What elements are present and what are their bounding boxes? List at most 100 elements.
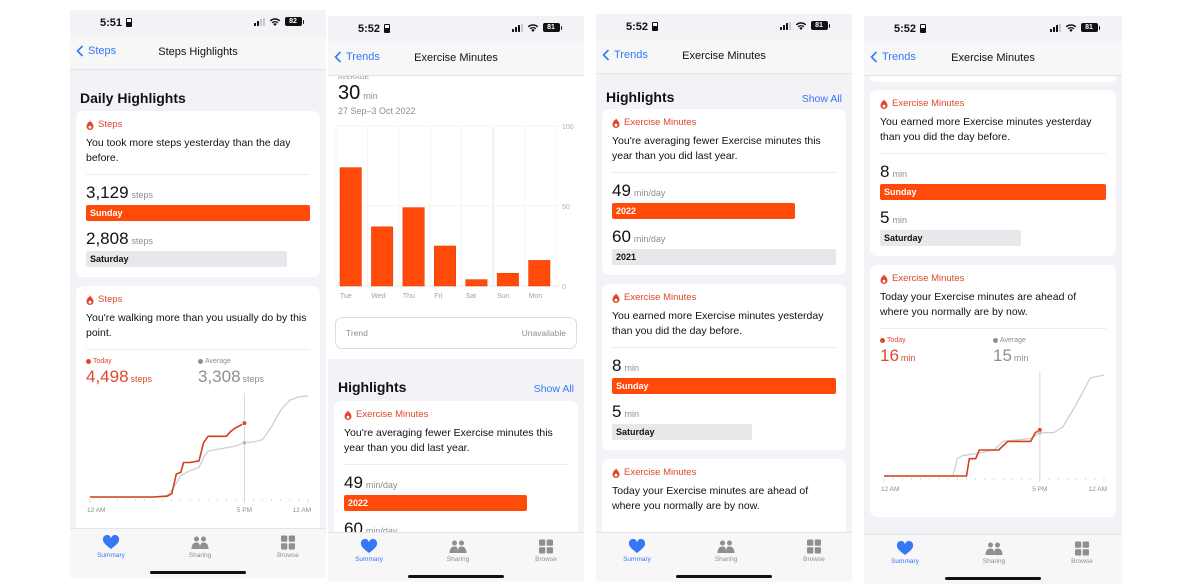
status-bar: 5:51 82 — [70, 10, 326, 36]
metric-value: 5 min — [880, 208, 907, 227]
x-tick-label: Tue — [340, 293, 352, 300]
bar-sun[interactable] — [496, 272, 519, 287]
tab-label: Summary — [355, 556, 383, 563]
flame-icon — [612, 467, 620, 478]
show-all-link[interactable]: Show All — [534, 383, 574, 395]
bar-tue[interactable] — [339, 167, 362, 287]
highlight-card[interactable]: Exercise Minutes You earned more Exercis… — [870, 90, 1116, 256]
signal-icon — [253, 17, 265, 26]
card-text: You took more steps yesterday than the d… — [86, 136, 310, 175]
home-indicator[interactable] — [408, 575, 504, 578]
wifi-icon — [795, 22, 806, 30]
highlights-title: Highlights — [338, 379, 407, 395]
tab-browse[interactable]: Browse — [516, 539, 576, 563]
bar-thu[interactable] — [402, 207, 425, 287]
wifi-icon — [527, 24, 538, 32]
home-indicator[interactable] — [150, 571, 246, 574]
comparison-bar: Sunday — [86, 205, 310, 221]
nav-title: Exercise Minutes — [951, 52, 1035, 64]
x-axis-label: 12 AM — [1089, 486, 1107, 493]
point-today-now — [1037, 427, 1043, 433]
tab-summary[interactable]: Summary — [339, 539, 399, 563]
tab-browse[interactable]: Browse — [258, 535, 318, 559]
tab-label: Browse — [535, 556, 557, 563]
battery-icon: 81 — [810, 21, 828, 30]
date-range: 27 Sep–3 Oct 2022 — [338, 106, 416, 116]
nav-title: Exercise Minutes — [414, 52, 498, 64]
highlight-card[interactable]: Exercise Minutes You're averaging fewer … — [602, 109, 846, 275]
nav-title: Exercise Minutes — [682, 50, 766, 62]
tab-summary[interactable]: Summary — [607, 539, 667, 563]
sim-icon — [652, 22, 659, 31]
x-axis-label: 12 AM — [881, 486, 899, 493]
series-today — [90, 422, 245, 498]
average-summary: AVERAGE 30 min 27 Sep–3 Oct 2022 — [328, 76, 584, 116]
tab-sharing[interactable]: Sharing — [428, 539, 488, 563]
tab-bar: Summary Sharing Browse — [328, 532, 584, 582]
nav-bar: Trends Exercise Minutes — [328, 42, 584, 76]
signal-icon — [1049, 23, 1061, 32]
x-axis-label: 12 AM — [293, 507, 311, 514]
tab-browse[interactable]: Browse — [1052, 541, 1112, 565]
tab-sharing[interactable]: Sharing — [170, 535, 230, 559]
x-tick-label: Wed — [371, 293, 385, 300]
flame-icon — [612, 292, 620, 303]
tab-label: Sharing — [446, 556, 470, 563]
tab-summary[interactable]: Summary — [875, 541, 935, 565]
comparison-bar: 2021 — [612, 249, 836, 265]
x-tick-label: Sun — [497, 293, 510, 300]
highlight-card[interactable]: Steps You took more steps yesterday than… — [76, 111, 320, 277]
card-label: Exercise Minutes — [880, 273, 1106, 284]
flame-icon — [880, 98, 888, 109]
card-text: Today your Exercise minutes are ahead of… — [880, 290, 1106, 329]
tab-summary[interactable]: Summary — [81, 535, 141, 559]
heart-icon — [628, 539, 646, 553]
tab-sharing[interactable]: Sharing — [964, 541, 1024, 565]
tab-browse[interactable]: Browse — [784, 539, 844, 563]
average-label: AVERAGE — [338, 76, 369, 81]
highlight-card[interactable]: Exercise Minutes You earned more Exercis… — [602, 284, 846, 450]
phone-exercise-highlights-scrolled: 5:52 81 Trends Exercise Minutes Exercise… — [864, 16, 1122, 584]
highlight-card[interactable]: Exercise Minutes You're averaging fewer … — [334, 401, 578, 532]
series-average — [90, 395, 309, 498]
bar-sat[interactable] — [465, 279, 488, 287]
heart-icon — [896, 541, 914, 555]
show-all-link[interactable]: Show All — [802, 93, 842, 105]
card-text: Today your Exercise minutes are ahead of… — [612, 485, 809, 512]
nav-title: Steps Highlights — [158, 46, 238, 58]
metric-value: 60 min/day — [344, 519, 398, 532]
point-today-now — [241, 420, 248, 426]
bar-wed[interactable] — [371, 226, 394, 287]
nav-bar: Trends Exercise Minutes — [596, 40, 852, 74]
highlight-card[interactable]: Steps You're walking more than you usual… — [76, 286, 320, 528]
bar-mon[interactable] — [528, 260, 551, 287]
people-icon — [717, 540, 735, 553]
home-indicator[interactable] — [676, 575, 772, 578]
comparison-bar: 2022 — [344, 495, 527, 511]
average-dot-icon — [993, 338, 998, 343]
highlight-card[interactable]: Exercise Minutes Today your Exercise min… — [870, 265, 1116, 517]
highlight-card[interactable]: Exercise Minutes Today your Exercise min… — [602, 459, 846, 532]
tab-label: Browse — [277, 552, 299, 559]
metric-value: 5 min — [612, 402, 639, 421]
average-unit: min — [363, 91, 378, 101]
tab-bar: Summary Sharing Browse — [864, 534, 1122, 584]
card-text: You earned more Exercise minutes yesterd… — [612, 309, 836, 348]
trend-row[interactable]: Trend Unavailable — [335, 317, 577, 349]
home-indicator[interactable] — [945, 577, 1041, 580]
highlights-title: Highlights — [606, 89, 675, 105]
x-axis-label: 5 PM — [237, 507, 252, 514]
average-dot-icon — [198, 359, 203, 364]
trend-value: Unavailable — [521, 328, 566, 338]
flame-icon — [86, 119, 94, 130]
grid-icon — [539, 539, 553, 554]
card-label: Exercise Minutes — [612, 467, 836, 478]
average-stat: Average 15 min — [993, 337, 1029, 365]
tab-sharing[interactable]: Sharing — [696, 539, 756, 563]
x-tick-label: Sat — [466, 293, 477, 300]
steps-line-chart: 12 AM 5 PM 12 AM — [87, 393, 311, 514]
status-time: 5:51 — [100, 17, 133, 29]
nav-bar: Steps Steps Highlights — [70, 36, 326, 70]
signal-icon — [779, 21, 791, 30]
bar-fri[interactable] — [434, 245, 456, 287]
